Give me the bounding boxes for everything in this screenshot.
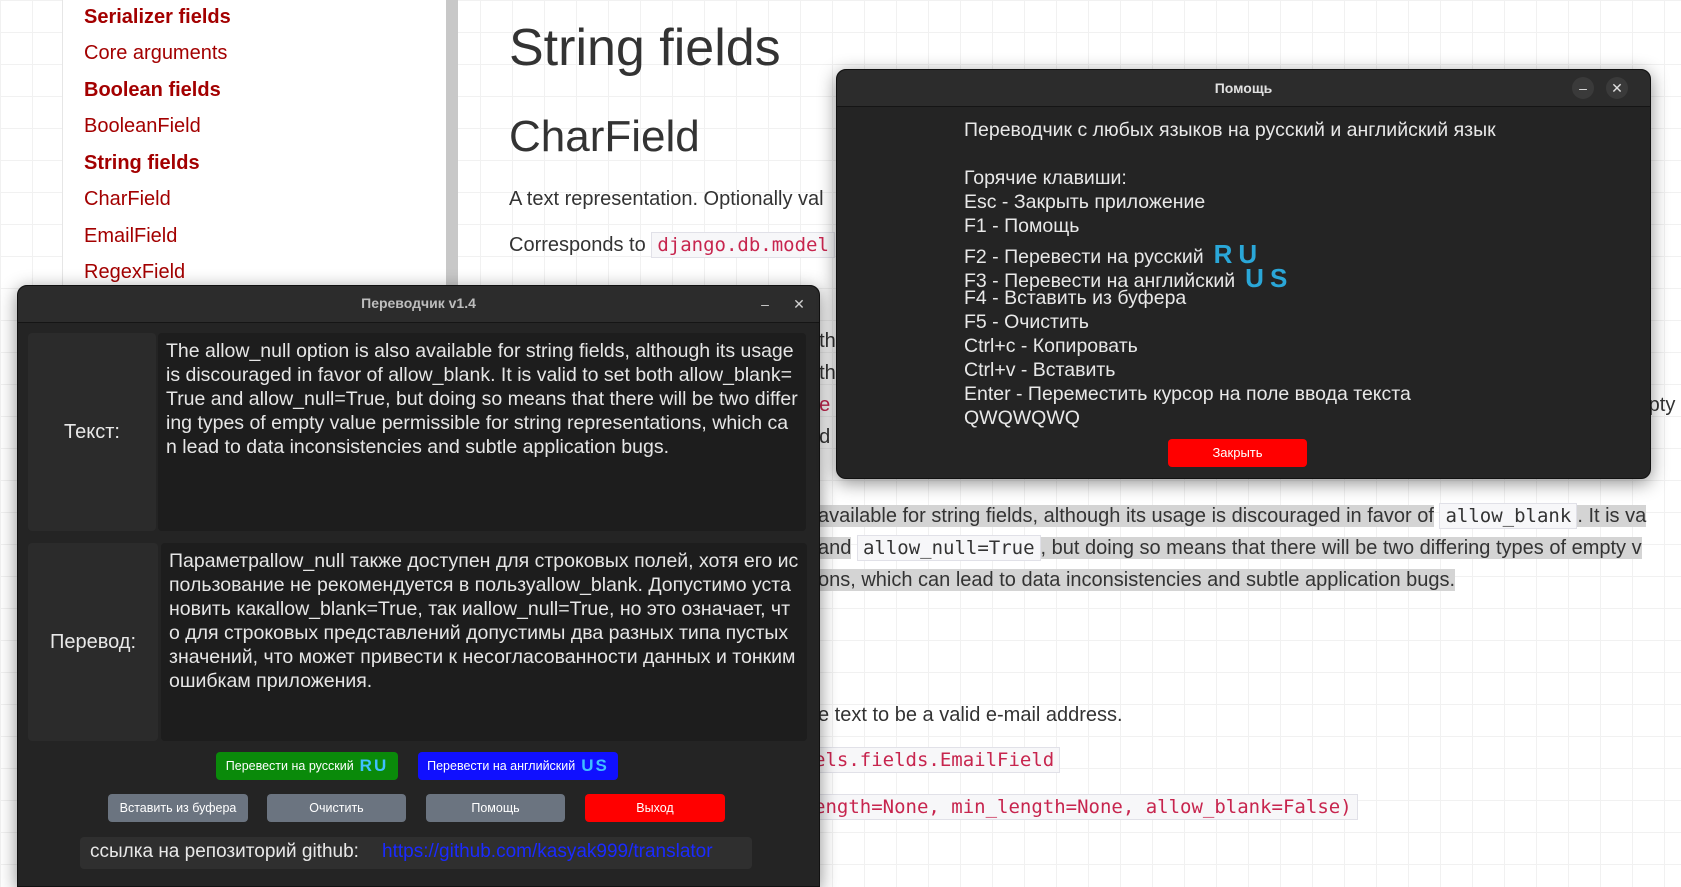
help-window: Помощь – ✕ Переводчик с любых языков на … (836, 69, 1651, 479)
sidebar-item-boolean-fields[interactable]: Boolean fields (84, 79, 221, 102)
corresponds-text: Corresponds to (509, 234, 646, 256)
selected-text-line: available for string fields, although it… (818, 503, 1647, 529)
selected-text: available for string fields, although it… (818, 505, 1434, 527)
clear-button[interactable]: Очистить (267, 794, 406, 822)
inline-code: allow_null=True (856, 535, 1041, 561)
hotkey-item: Ctrl+c - Копировать (964, 335, 1138, 357)
translation-label: Перевод: (28, 543, 158, 741)
sidebar-item-string-fields[interactable]: String fields (84, 152, 200, 175)
github-row: ссылка на репозиторий github: https://gi… (80, 837, 752, 869)
exit-button[interactable]: Выход (585, 794, 725, 822)
inline-code: allow_blank (1439, 503, 1578, 529)
translate-en-button[interactable]: Перевести на английский US (418, 752, 618, 780)
close-icon[interactable]: ✕ (1606, 77, 1628, 99)
us-flag-icon: US (581, 756, 609, 775)
hotkeys-title: Горячие клавиши: (964, 167, 1127, 189)
sidebar-item-regexfield[interactable]: RegexField (84, 261, 185, 284)
translator-title: Переводчик v1.4 (361, 295, 476, 311)
minimize-icon[interactable]: – (754, 293, 776, 315)
sidebar-item-charfield[interactable]: CharField (84, 188, 171, 211)
help-intro: Переводчик с любых языков на русский и а… (964, 119, 1496, 141)
help-close-button[interactable]: Закрыть (1168, 439, 1307, 467)
charfield-description: A text representation. Optionally val (509, 188, 824, 210)
us-flag-icon: US (1245, 263, 1294, 293)
translate-ru-label: Перевести на русский (225, 759, 354, 773)
emailfield-description: e text to be a valid e-mail address. (818, 704, 1123, 726)
selected-text-line: and allow_null=True, but doing so means … (818, 535, 1642, 561)
help-button[interactable]: Помощь (426, 794, 565, 822)
source-text-input[interactable]: The allow_null option is also available … (158, 333, 806, 531)
github-link[interactable]: https://github.com/kasyak999/translator (382, 841, 713, 863)
inline-code: ength=None, min_length=None, allow_blank… (808, 794, 1358, 820)
help-extra: QWQWQWQ (964, 407, 1080, 429)
selected-text-line: ons, which can lead to data inconsistenc… (818, 569, 1456, 592)
translator-titlebar[interactable]: Переводчик v1.4 – ✕ (18, 286, 819, 323)
sidebar-item-emailfield[interactable]: EmailField (84, 225, 177, 248)
sidebar-item-serializer-fields[interactable]: Serializer fields (84, 6, 231, 29)
hotkey-item: Esc - Закрыть приложение (964, 191, 1206, 213)
selected-text: . It is va (1577, 505, 1647, 527)
help-titlebar[interactable]: Помощь – ✕ (837, 70, 1650, 107)
hotkey-item: Ctrl+v - Вставить (964, 359, 1116, 381)
hotkey-item: F4 - Вставить из буфера (964, 287, 1187, 309)
translator-window: Переводчик v1.4 – ✕ Текст: The allow_nul… (17, 285, 820, 887)
hotkey-item: F5 - Очистить (964, 311, 1089, 333)
selected-text: and (818, 537, 852, 559)
help-title: Помощь (1214, 80, 1273, 96)
emailfield-signature: ength=None, min_length=None, allow_blank… (808, 794, 1358, 820)
sidebar-item-booleanfield[interactable]: BooleanField (84, 115, 201, 138)
selected-text: ons, which can lead to data inconsistenc… (818, 569, 1456, 591)
minimize-icon[interactable]: – (1572, 77, 1594, 99)
github-label: ссылка на репозиторий github: (90, 841, 359, 862)
selected-text: , but doing so means that there will be … (1040, 537, 1642, 559)
corresponds-code: django.db.model (651, 232, 835, 258)
inline-code: els.fields.EmailField (808, 747, 1061, 773)
section-heading: CharField (509, 112, 700, 161)
translate-ru-button[interactable]: Перевести на русский RU (216, 752, 398, 780)
hotkey-item: F1 - Помощь (964, 215, 1080, 237)
page-title: String fields (509, 19, 781, 77)
translate-en-label: Перевести на английский (427, 759, 576, 773)
ru-flag-icon: RU (359, 756, 389, 775)
hotkey-item: Enter - Переместить курсор на поле ввода… (964, 383, 1411, 405)
emailfield-code: els.fields.EmailField (808, 747, 1061, 773)
close-icon[interactable]: ✕ (788, 293, 810, 315)
corresponds-line: Corresponds to django.db.model (509, 232, 835, 258)
sidebar-item-core-arguments[interactable]: Core arguments (84, 42, 227, 65)
translation-output[interactable]: Параметрallow_null также доступен для ст… (161, 543, 807, 741)
paste-button[interactable]: Вставить из буфера (108, 794, 248, 822)
text-label: Текст: (28, 333, 156, 531)
